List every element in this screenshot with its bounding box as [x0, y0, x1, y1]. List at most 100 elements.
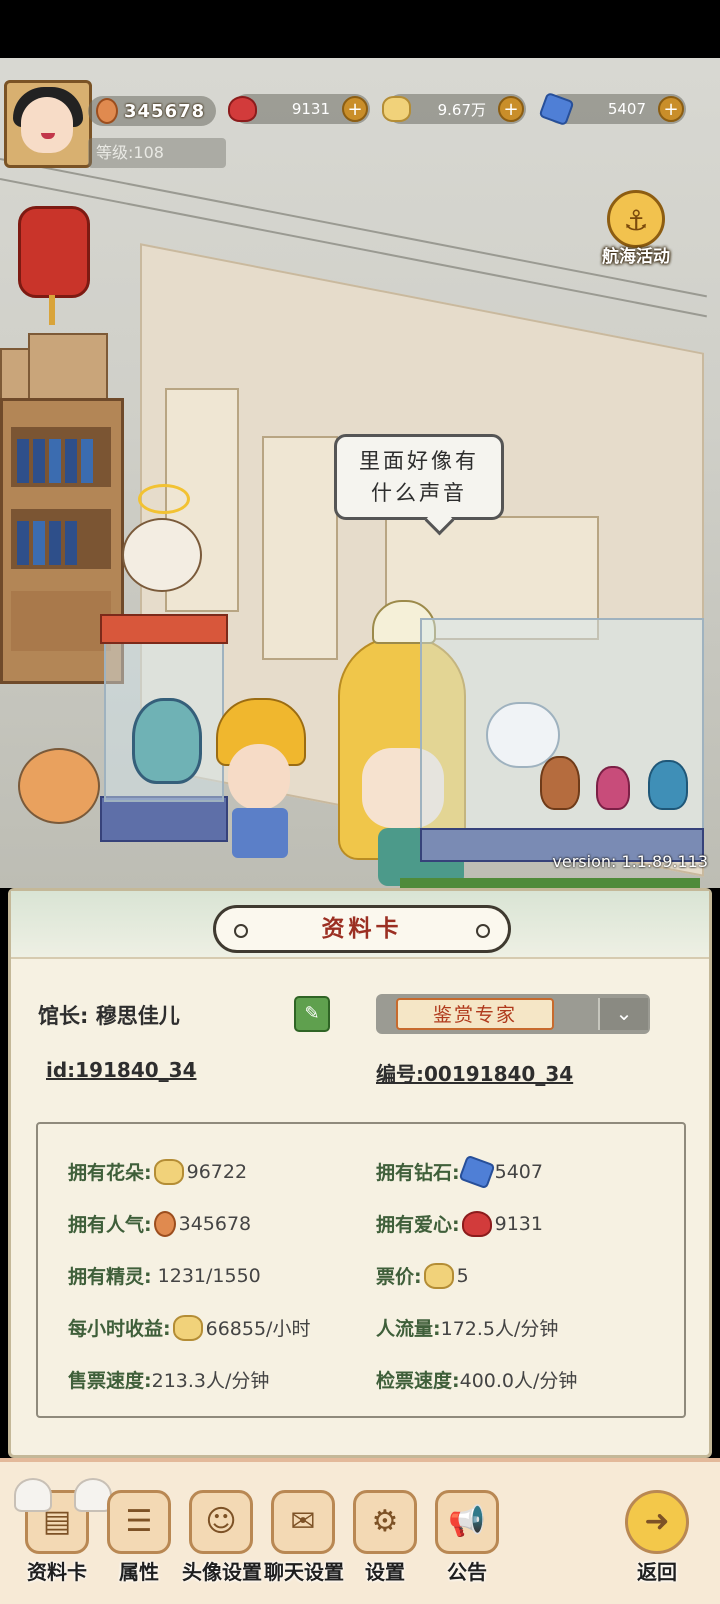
- anchor-icon: ⚓: [607, 190, 665, 248]
- nav-settings[interactable]: ⚙ 设置: [346, 1490, 424, 1585]
- stat-value: 172.5人/分钟: [440, 1318, 559, 1340]
- diamond-icon: [538, 91, 575, 127]
- stat-label: 拥有精灵:: [68, 1266, 152, 1288]
- announcement-icon: 📢: [435, 1490, 499, 1554]
- nav-label: 公告: [447, 1560, 487, 1584]
- voyage-event-button[interactable]: ⚓ 航海活动: [586, 190, 686, 270]
- balloon-icon: [90, 94, 124, 128]
- bottom-nav: ▤ 资料卡 ☰ 属性 ☺ 头像设置 ✉ 聊天设置 ⚙ 设置 📢 公告 ➜ 返回: [0, 1458, 720, 1604]
- serial-number[interactable]: 编号:00191840_34: [376, 1058, 573, 1087]
- voyage-event-label: 航海活动: [602, 247, 670, 267]
- stat-label: 票价:: [376, 1266, 422, 1288]
- deer-mascot[interactable]: [122, 518, 202, 592]
- hearts-counter: 9131 +: [228, 94, 370, 124]
- attributes-icon: ☰: [107, 1490, 171, 1554]
- stat-value: 96722: [186, 1160, 248, 1183]
- stat-value: 213.3人/分钟: [151, 1370, 270, 1392]
- speech-bubble: 里面好像有 什么声音: [334, 434, 504, 520]
- nav-label: 聊天设置: [264, 1560, 344, 1584]
- stat-ticket-speed: 售票速度: 213.3人/分钟: [68, 1366, 269, 1393]
- balloon-icon: [153, 1210, 176, 1237]
- nav-chat-settings[interactable]: ✉ 聊天设置: [264, 1490, 344, 1585]
- honor-title-badge: 鉴赏专家: [396, 998, 554, 1030]
- stat-value: 66855/小时: [205, 1318, 311, 1340]
- back-icon: ➜: [625, 1490, 689, 1554]
- flowers-counter: 9.67万 +: [382, 94, 526, 124]
- stat-value: 345678: [178, 1212, 252, 1235]
- vase-icon: [596, 766, 630, 810]
- curator-name: 馆长: 穆思佳儿: [38, 1000, 180, 1030]
- stat-label: 拥有人气:: [68, 1214, 152, 1236]
- vase-icon: [132, 698, 202, 784]
- stat-label: 检票速度:: [376, 1370, 460, 1392]
- add-diamonds-button[interactable]: +: [658, 96, 684, 122]
- stat-popularity: 拥有人气: 345678: [68, 1210, 251, 1237]
- vase-icon: [540, 756, 580, 810]
- curator-label: 馆长:: [38, 1004, 89, 1028]
- popularity-counter: 345678: [88, 96, 216, 126]
- wall-scroll: [262, 436, 338, 660]
- stat-value: 1231/1550: [157, 1264, 261, 1287]
- halo-icon: [138, 484, 190, 514]
- visitor-girl[interactable]: [228, 744, 290, 810]
- edit-name-button[interactable]: ✎: [294, 996, 330, 1032]
- stat-label: 售票速度:: [68, 1370, 152, 1392]
- add-hearts-button[interactable]: +: [342, 96, 368, 122]
- flowers-value: 9.67万: [437, 100, 486, 119]
- player-id[interactable]: id:191840_34: [46, 1058, 197, 1082]
- flower-icon: [380, 92, 414, 126]
- flower-icon: [172, 1314, 203, 1341]
- stat-ticket-price: 票价: 5: [376, 1262, 469, 1289]
- nav-attributes[interactable]: ☰ 属性: [100, 1490, 178, 1585]
- case-lid: [100, 614, 228, 644]
- stat-value: 9131: [494, 1212, 543, 1235]
- status-bar: [0, 0, 720, 58]
- stat-label: 每小时收益:: [68, 1318, 171, 1340]
- bunny-ear-icon: [14, 1478, 52, 1512]
- avatar-settings-icon: ☺: [189, 1490, 253, 1554]
- pencil-icon: ✎: [304, 1003, 320, 1024]
- heart-icon: [461, 1210, 492, 1237]
- diamond-icon: [458, 1154, 496, 1189]
- hearts-value: 9131: [291, 100, 330, 118]
- nav-label: 设置: [365, 1560, 405, 1584]
- chat-settings-icon: ✉: [271, 1490, 335, 1554]
- diamonds-counter: 5407 +: [538, 91, 686, 127]
- nav-label: 头像设置: [182, 1560, 262, 1584]
- dropdown-button[interactable]: ⌄: [598, 998, 648, 1030]
- lantern-icon: [18, 206, 90, 325]
- chevron-down-icon: ⌄: [615, 1001, 633, 1025]
- nav-profile-card[interactable]: ▤ 资料卡: [14, 1478, 112, 1585]
- nav-avatar-settings[interactable]: ☺ 头像设置: [182, 1490, 262, 1585]
- stat-hourly-income: 每小时收益: 66855/小时: [68, 1314, 310, 1341]
- stat-visitor-flow: 人流量: 172.5人/分钟: [376, 1314, 558, 1341]
- stat-label: 人流量:: [376, 1318, 441, 1340]
- nav-back[interactable]: ➜ 返回: [618, 1490, 696, 1585]
- display-pedestal: [100, 796, 228, 842]
- title-dot-icon: [476, 924, 490, 938]
- curator-name-value: 穆思佳儿: [95, 1004, 180, 1028]
- stat-flowers: 拥有花朵: 96722: [68, 1158, 247, 1185]
- vase-icon: [648, 760, 688, 810]
- nav-label: 资料卡: [27, 1560, 87, 1584]
- nav-announcement[interactable]: 📢 公告: [428, 1490, 506, 1585]
- heart-icon: [226, 92, 260, 126]
- player-avatar[interactable]: [4, 80, 92, 168]
- card-title: 资料卡: [213, 905, 511, 953]
- stat-value: 5: [456, 1264, 469, 1287]
- avatar-face: [21, 97, 73, 153]
- stat-label: 拥有钻石:: [376, 1162, 460, 1184]
- flower-icon: [423, 1262, 454, 1289]
- stat-hearts: 拥有爱心: 9131: [376, 1210, 543, 1237]
- flower-icon: [153, 1158, 184, 1185]
- stat-value: 5407: [494, 1160, 543, 1183]
- settings-icon: ⚙: [353, 1490, 417, 1554]
- deer-visitor[interactable]: [18, 748, 100, 824]
- visitor-outfit: [232, 808, 288, 858]
- player-level: 等级:108: [88, 138, 226, 168]
- title-dot-icon: [234, 924, 248, 938]
- version-label: version: 1.1.89.113: [552, 852, 708, 871]
- add-flowers-button[interactable]: +: [498, 96, 524, 122]
- stat-check-speed: 检票速度: 400.0人/分钟: [376, 1366, 577, 1393]
- card-title-text: 资料卡: [321, 916, 403, 942]
